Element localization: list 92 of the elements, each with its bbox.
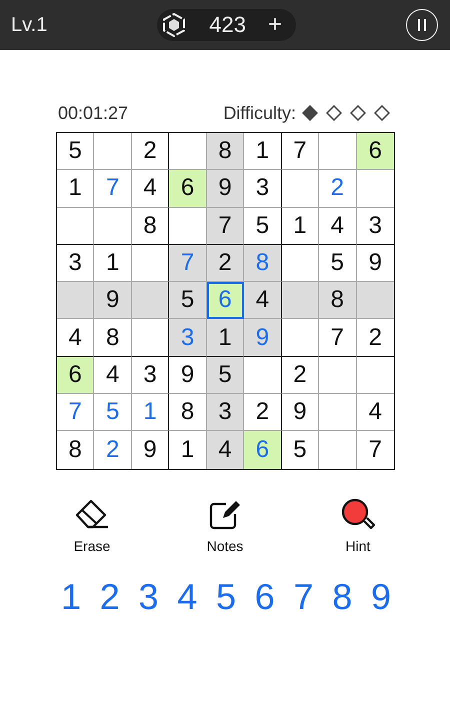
number-key[interactable]: 9 (366, 576, 396, 618)
sudoku-cell[interactable]: 1 (57, 170, 94, 208)
sudoku-cell[interactable]: 3 (206, 394, 244, 432)
sudoku-cell[interactable] (169, 133, 207, 170)
sudoku-cell[interactable]: 5 (206, 356, 244, 394)
sudoku-cell[interactable]: 8 (169, 394, 207, 432)
sudoku-cell[interactable]: 4 (132, 170, 170, 208)
sudoku-cell[interactable] (132, 244, 170, 282)
sudoku-cell[interactable] (356, 282, 394, 320)
number-key[interactable]: 3 (134, 576, 164, 618)
level-label: Lv.1 (11, 14, 48, 36)
sudoku-cell[interactable]: 7 (282, 133, 320, 170)
sudoku-cell[interactable]: 6 (244, 431, 282, 469)
sudoku-cell[interactable]: 6 (206, 282, 244, 320)
number-key[interactable]: 7 (288, 576, 318, 618)
sudoku-cell[interactable] (94, 133, 132, 170)
sudoku-cell[interactable] (169, 208, 207, 245)
sudoku-cell[interactable]: 8 (132, 208, 170, 245)
sudoku-cell[interactable]: 9 (169, 356, 207, 394)
sudoku-cell[interactable]: 7 (319, 319, 357, 357)
sudoku-cell[interactable] (57, 208, 94, 245)
sudoku-cell[interactable]: 5 (94, 394, 132, 432)
sudoku-cell[interactable]: 5 (57, 133, 94, 170)
sudoku-cell[interactable]: 2 (244, 394, 282, 432)
sudoku-cell[interactable]: 2 (319, 170, 357, 208)
sudoku-cell[interactable]: 2 (132, 133, 170, 170)
sudoku-cell[interactable]: 5 (282, 431, 320, 469)
sudoku-cell[interactable]: 5 (244, 208, 282, 245)
sudoku-cell[interactable] (282, 282, 320, 320)
sudoku-cell[interactable]: 9 (356, 244, 394, 282)
hint-button[interactable]: Hint (328, 498, 388, 554)
number-key[interactable]: 2 (94, 576, 125, 618)
sudoku-cell[interactable]: 8 (319, 282, 357, 320)
number-key[interactable]: 8 (327, 576, 358, 618)
pause-icon (417, 19, 427, 31)
sudoku-cell[interactable]: 7 (94, 170, 132, 208)
sudoku-cell[interactable] (244, 356, 282, 394)
sudoku-cell[interactable]: 3 (244, 170, 282, 208)
sudoku-cell[interactable] (132, 282, 170, 320)
number-key[interactable]: 4 (172, 576, 202, 618)
sudoku-cell[interactable] (132, 319, 170, 357)
sudoku-cell[interactable] (282, 319, 320, 357)
sudoku-cell[interactable]: 6 (57, 356, 94, 394)
sudoku-cell[interactable]: 6 (356, 133, 394, 170)
sudoku-cell[interactable]: 4 (94, 356, 132, 394)
magnifier-icon (340, 498, 376, 532)
sudoku-cell[interactable]: 1 (132, 394, 170, 432)
sudoku-cell[interactable]: 8 (206, 133, 244, 170)
timer: 00:01:27 (58, 102, 128, 124)
number-key[interactable]: 6 (250, 576, 280, 618)
sudoku-cell[interactable]: 7 (206, 208, 244, 245)
sudoku-cell[interactable]: 1 (244, 133, 282, 170)
sudoku-cell[interactable] (282, 244, 320, 282)
sudoku-cell[interactable]: 4 (356, 394, 394, 432)
sudoku-cell[interactable]: 2 (356, 319, 394, 357)
sudoku-cell[interactable] (356, 356, 394, 394)
sudoku-cell[interactable]: 4 (319, 208, 357, 245)
sudoku-cell[interactable]: 2 (206, 244, 244, 282)
sudoku-cell[interactable]: 9 (206, 170, 244, 208)
sudoku-cell[interactable]: 3 (57, 244, 94, 282)
sudoku-cell[interactable] (57, 282, 94, 320)
sudoku-cell[interactable]: 7 (57, 394, 94, 432)
sudoku-cell[interactable] (319, 133, 357, 170)
sudoku-cell[interactable]: 9 (282, 394, 320, 432)
sudoku-cell[interactable]: 8 (94, 319, 132, 357)
sudoku-cell[interactable]: 4 (206, 431, 244, 469)
sudoku-cell[interactable]: 6 (169, 170, 207, 208)
sudoku-cell[interactable] (356, 170, 394, 208)
number-key[interactable]: 1 (56, 576, 86, 618)
sudoku-cell[interactable]: 5 (169, 282, 207, 320)
sudoku-cell[interactable]: 3 (132, 356, 170, 394)
coin-count: 423 (209, 12, 246, 38)
sudoku-cell[interactable] (282, 170, 320, 208)
sudoku-cell[interactable] (319, 356, 357, 394)
add-coins-button[interactable]: + (268, 13, 282, 37)
sudoku-cell[interactable]: 5 (319, 244, 357, 282)
notes-button[interactable]: Notes (195, 498, 255, 554)
sudoku-cell[interactable]: 3 (356, 208, 394, 245)
sudoku-cell[interactable]: 1 (206, 319, 244, 357)
sudoku-cell[interactable]: 2 (282, 356, 320, 394)
difficulty-label: Difficulty: (223, 102, 296, 124)
sudoku-cell[interactable]: 9 (94, 282, 132, 320)
sudoku-cell[interactable]: 4 (244, 282, 282, 320)
sudoku-cell[interactable]: 1 (94, 244, 132, 282)
sudoku-cell[interactable] (319, 394, 357, 432)
hexagon-icon (161, 12, 188, 38)
sudoku-cell[interactable] (94, 208, 132, 245)
number-key[interactable]: 5 (211, 576, 241, 618)
sudoku-cell[interactable]: 4 (57, 319, 94, 357)
pause-button[interactable] (406, 9, 438, 41)
sudoku-cell[interactable]: 1 (282, 208, 320, 245)
erase-button[interactable]: Erase (62, 498, 122, 554)
